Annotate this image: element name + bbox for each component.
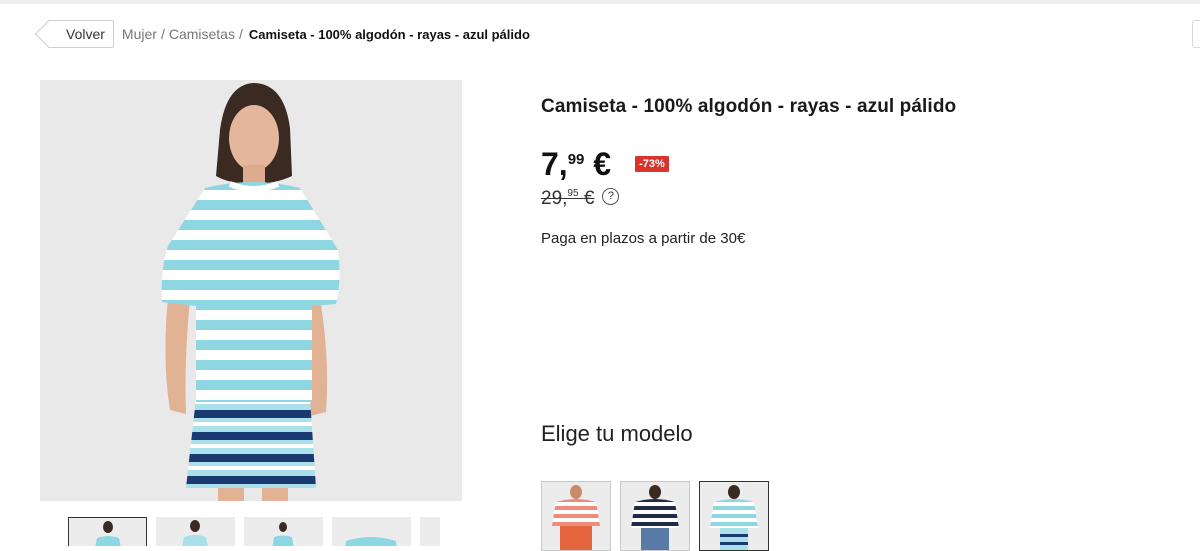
main-product-image[interactable]	[40, 80, 462, 501]
breadcrumb-current: Camiseta - 100% algodón - rayas - azul p…	[248, 26, 530, 42]
top-divider	[0, 0, 1200, 4]
price-row: 7,99 € -73%	[541, 144, 669, 184]
old-price-currency: €	[583, 188, 595, 209]
current-price: 7,99 €	[541, 144, 611, 184]
old-price-decimals: 95	[567, 188, 579, 199]
original-price: 29,95 €	[541, 188, 594, 210]
help-icon[interactable]: ?	[602, 187, 620, 205]
thumbnail-5[interactable]	[420, 517, 440, 546]
thumbnail-strip	[68, 517, 440, 546]
thumbnail-3[interactable]	[244, 517, 323, 546]
model-option-navy[interactable]	[620, 481, 690, 551]
price-currency: €	[593, 146, 612, 182]
thumbnail-2[interactable]	[156, 517, 235, 546]
discount-badge: -73%	[635, 156, 669, 172]
old-price-row: 29,95 € ?	[541, 187, 620, 210]
price-decimals: 99	[567, 151, 585, 168]
model-option-light-blue[interactable]	[699, 481, 769, 551]
breadcrumb-item-mujer[interactable]: Mujer	[122, 26, 157, 42]
breadcrumb-separator: /	[160, 26, 165, 42]
product-title: Camiseta - 100% algodón - rayas - azul p…	[541, 96, 957, 117]
thumbnail-1[interactable]	[68, 517, 147, 546]
back-button-label: Volver	[66, 26, 105, 42]
breadcrumb-separator: /	[238, 26, 243, 42]
model-photo	[161, 83, 340, 501]
installments-info: Paga en plazos a partir de 30€	[541, 230, 746, 247]
breadcrumb-item-camisetas[interactable]: Camisetas	[169, 26, 235, 42]
model-selector	[541, 481, 769, 551]
back-button[interactable]: Volver	[48, 20, 114, 48]
model-option-coral[interactable]	[541, 481, 611, 551]
model-heading: Elige tu modelo	[541, 421, 693, 446]
price-integer: 7,	[541, 146, 568, 182]
side-panel-toggle[interactable]	[1192, 20, 1200, 48]
old-price-integer: 29,	[541, 188, 568, 209]
thumbnail-4[interactable]	[332, 517, 411, 546]
breadcrumb: Volver Mujer / Camisetas / Camiseta - 10…	[40, 20, 530, 48]
